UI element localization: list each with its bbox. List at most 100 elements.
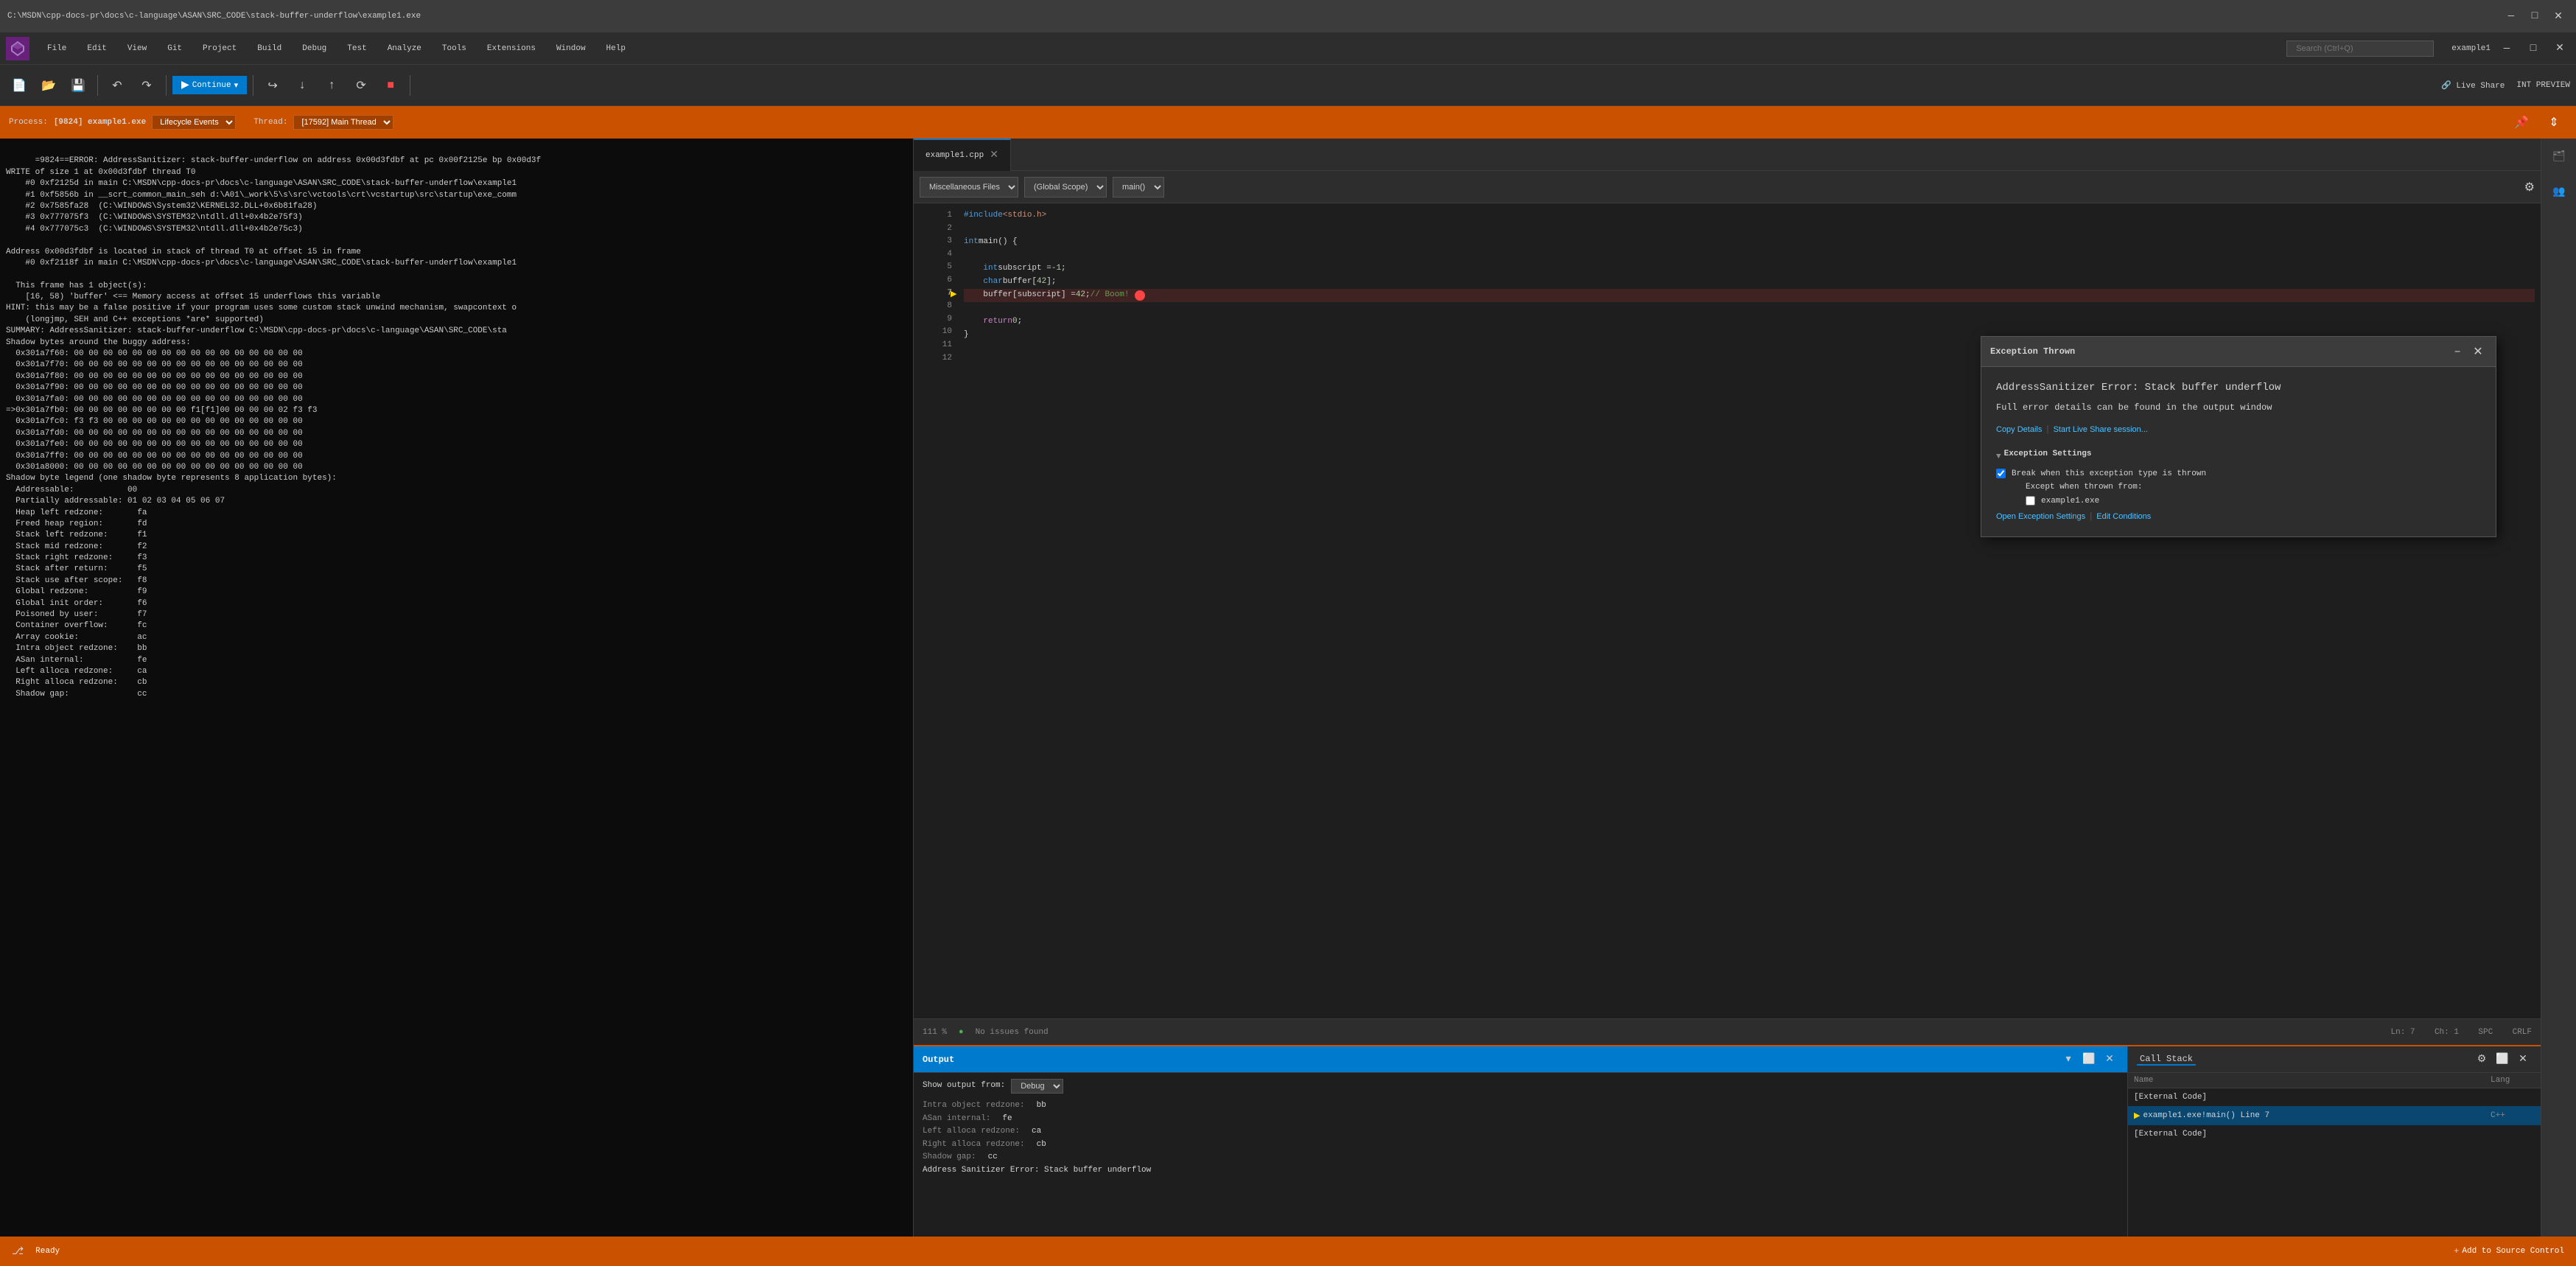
menu-close-button[interactable]: ✕ [2549, 38, 2570, 59]
add-source-icon: + [2454, 1246, 2459, 1256]
add-source-control-btn[interactable]: + Add to Source Control [2454, 1246, 2564, 1256]
tab-label: example1.cpp [925, 151, 984, 160]
toolbar-save-btn[interactable]: 💾 [65, 72, 91, 99]
line-num-11: 11 [923, 339, 952, 352]
editor-zoom-bar: 111 % ● No issues found Ln: 7 Ch: 1 SPC … [914, 1018, 2541, 1045]
callstack-tab[interactable]: Call Stack [2137, 1054, 2196, 1066]
close-button[interactable]: ✕ [2548, 6, 2569, 27]
line-num-2: 2 [923, 223, 952, 236]
toolbar-separator-2 [166, 75, 167, 96]
output-line-6: Address Sanitizer Error: Stack buffer un… [923, 1164, 2118, 1178]
line-num-10: 10 [923, 326, 952, 339]
popup-minimize-btn[interactable]: – [2449, 343, 2466, 360]
copy-details-btn[interactable]: Copy Details [1996, 425, 2042, 434]
output-content[interactable]: Show output from: Debug Intra object red… [914, 1073, 2127, 1237]
callstack-row-main[interactable]: ▶ example1.exe!main() Line 7 C++ [2128, 1106, 2541, 1125]
output-value-4: cb [1037, 1139, 1046, 1152]
callstack-header: Call Stack ⚙ ⬜ ✕ [2128, 1046, 2541, 1073]
line-num-8: 8 [923, 300, 952, 313]
process-bar: Process: [9824] example1.exe Lifecycle E… [0, 106, 2576, 139]
menu-extensions[interactable]: Extensions [478, 41, 545, 56]
toolbar-step-over-btn[interactable]: ↪ [259, 72, 286, 99]
example1-checkbox-row: example1.exe [2014, 496, 2481, 506]
output-expand-btn[interactable]: ⬜ [2080, 1051, 2098, 1069]
exception-popup: Exception Thrown – ✕ AddressSanitizer Er… [1981, 336, 2496, 537]
popup-close-btn[interactable]: ✕ [2469, 343, 2487, 360]
line-num-5: 5 [923, 261, 952, 274]
menu-edit[interactable]: Edit [78, 41, 115, 56]
menu-debug[interactable]: Debug [293, 41, 335, 56]
file-path-dropdown[interactable]: Miscellaneous Files [920, 177, 1018, 197]
toolbar-step-out-btn[interactable]: ↑ [318, 72, 345, 99]
toolbar-new-btn[interactable]: 📄 [6, 72, 32, 99]
bottom-link-separator: | [2088, 511, 2093, 522]
terminal-content[interactable]: =9824==ERROR: AddressSanitizer: stack-bu… [0, 139, 913, 1237]
show-output-row: Show output from: Debug [923, 1079, 2118, 1094]
issues-label: No issues found [976, 1028, 1049, 1037]
right-panel: example1.cpp ✕ Miscellaneous Files (Glob… [914, 139, 2541, 1237]
toolbar-stop-btn[interactable]: ■ [377, 72, 404, 99]
solution-explorer-icon[interactable]: 🗂 [2541, 139, 2576, 174]
minimize-button[interactable]: — [2501, 6, 2521, 27]
output-value-2: fe [1002, 1113, 1012, 1126]
expand-btn[interactable]: ⇕ [2541, 109, 2567, 136]
menu-maximize-button[interactable]: □ [2523, 38, 2544, 59]
output-label-5: Shadow gap: [923, 1151, 976, 1164]
code-area[interactable]: #include <stdio.h> int main() { int sub [958, 203, 2541, 1018]
function-dropdown[interactable]: main() [1113, 177, 1164, 197]
scope-dropdown[interactable]: (Global Scope) [1024, 177, 1107, 197]
callstack-expand-btn[interactable]: ⬜ [2493, 1051, 2511, 1069]
edit-conditions-btn[interactable]: Edit Conditions [2096, 512, 2151, 521]
menu-git[interactable]: Git [158, 41, 191, 56]
toolbar-undo-btn[interactable]: ↶ [104, 72, 130, 99]
team-explorer-icon[interactable]: 👥 [2541, 174, 2576, 209]
menu-tools[interactable]: Tools [433, 41, 475, 56]
editor-tab-example1[interactable]: example1.cpp ✕ [914, 139, 1011, 171]
maximize-button[interactable]: □ [2524, 6, 2545, 27]
toolbar-redo-btn[interactable]: ↷ [133, 72, 160, 99]
menu-test[interactable]: Test [338, 41, 375, 56]
menu-project[interactable]: Project [194, 41, 245, 56]
callstack-settings-btn[interactable]: ⚙ [2473, 1051, 2491, 1069]
toolbar-restart-btn[interactable]: ⟳ [348, 72, 374, 99]
triangle-icon: ▼ [1996, 452, 2001, 461]
menu-window[interactable]: Window [547, 41, 595, 56]
output-dropdown-btn[interactable]: ▾ [2059, 1051, 2077, 1069]
menu-minimize-button[interactable]: — [2496, 38, 2517, 59]
continue-button[interactable]: ▶ Continue ▾ [172, 76, 247, 94]
menu-analyze[interactable]: Analyze [379, 41, 430, 56]
git-icon-section: ⎇ [12, 1245, 24, 1258]
continue-dropdown-icon: ▾ [234, 80, 239, 91]
example1-checkbox[interactable] [2026, 496, 2035, 506]
editor-settings-btn[interactable]: ⚙ [2524, 180, 2535, 195]
live-share-btn[interactable]: 🔗 Live Share [2435, 72, 2510, 99]
thread-dropdown[interactable]: [17592] Main Thread [293, 115, 393, 130]
callstack-row-external-1[interactable]: [External Code] [2128, 1088, 2541, 1106]
callstack-close-btn[interactable]: ✕ [2514, 1051, 2532, 1069]
output-value-3: ca [1032, 1125, 1041, 1139]
tab-close-btn[interactable]: ✕ [990, 149, 998, 161]
output-line-3: Left alloca redzone: ca [923, 1125, 2118, 1139]
lifecycle-dropdown[interactable]: Lifecycle Events [152, 115, 236, 130]
menu-build[interactable]: Build [248, 41, 290, 56]
live-share-session-btn[interactable]: Start Live Share session... [2054, 425, 2148, 434]
thread-label: Thread: [253, 118, 287, 127]
output-source-dropdown[interactable]: Debug [1011, 1079, 1063, 1094]
code-line-8 [964, 302, 2535, 315]
output-value-5: cc [988, 1151, 998, 1164]
open-exception-settings-btn[interactable]: Open Exception Settings [1996, 512, 2085, 521]
toolbar-step-into-btn[interactable]: ↓ [289, 72, 315, 99]
popup-bottom-links: Open Exception Settings | Edit Condition… [1996, 511, 2481, 522]
output-line-5: Shadow gap: cc [923, 1151, 2118, 1164]
menu-help[interactable]: Help [598, 41, 634, 56]
menu-view[interactable]: View [119, 41, 155, 56]
output-close-btn[interactable]: ✕ [2101, 1051, 2118, 1069]
break-when-checkbox[interactable] [1996, 469, 2006, 478]
process-label: Process: [9, 118, 48, 127]
callstack-row-external-2[interactable]: [External Code] [2128, 1125, 2541, 1143]
search-input[interactable] [2286, 41, 2434, 57]
toolbar-open-btn[interactable]: 📂 [35, 72, 62, 99]
pin-btn[interactable]: 📌 [2508, 109, 2535, 136]
menu-file[interactable]: File [38, 41, 75, 56]
line-num-4: 4 [923, 248, 952, 262]
